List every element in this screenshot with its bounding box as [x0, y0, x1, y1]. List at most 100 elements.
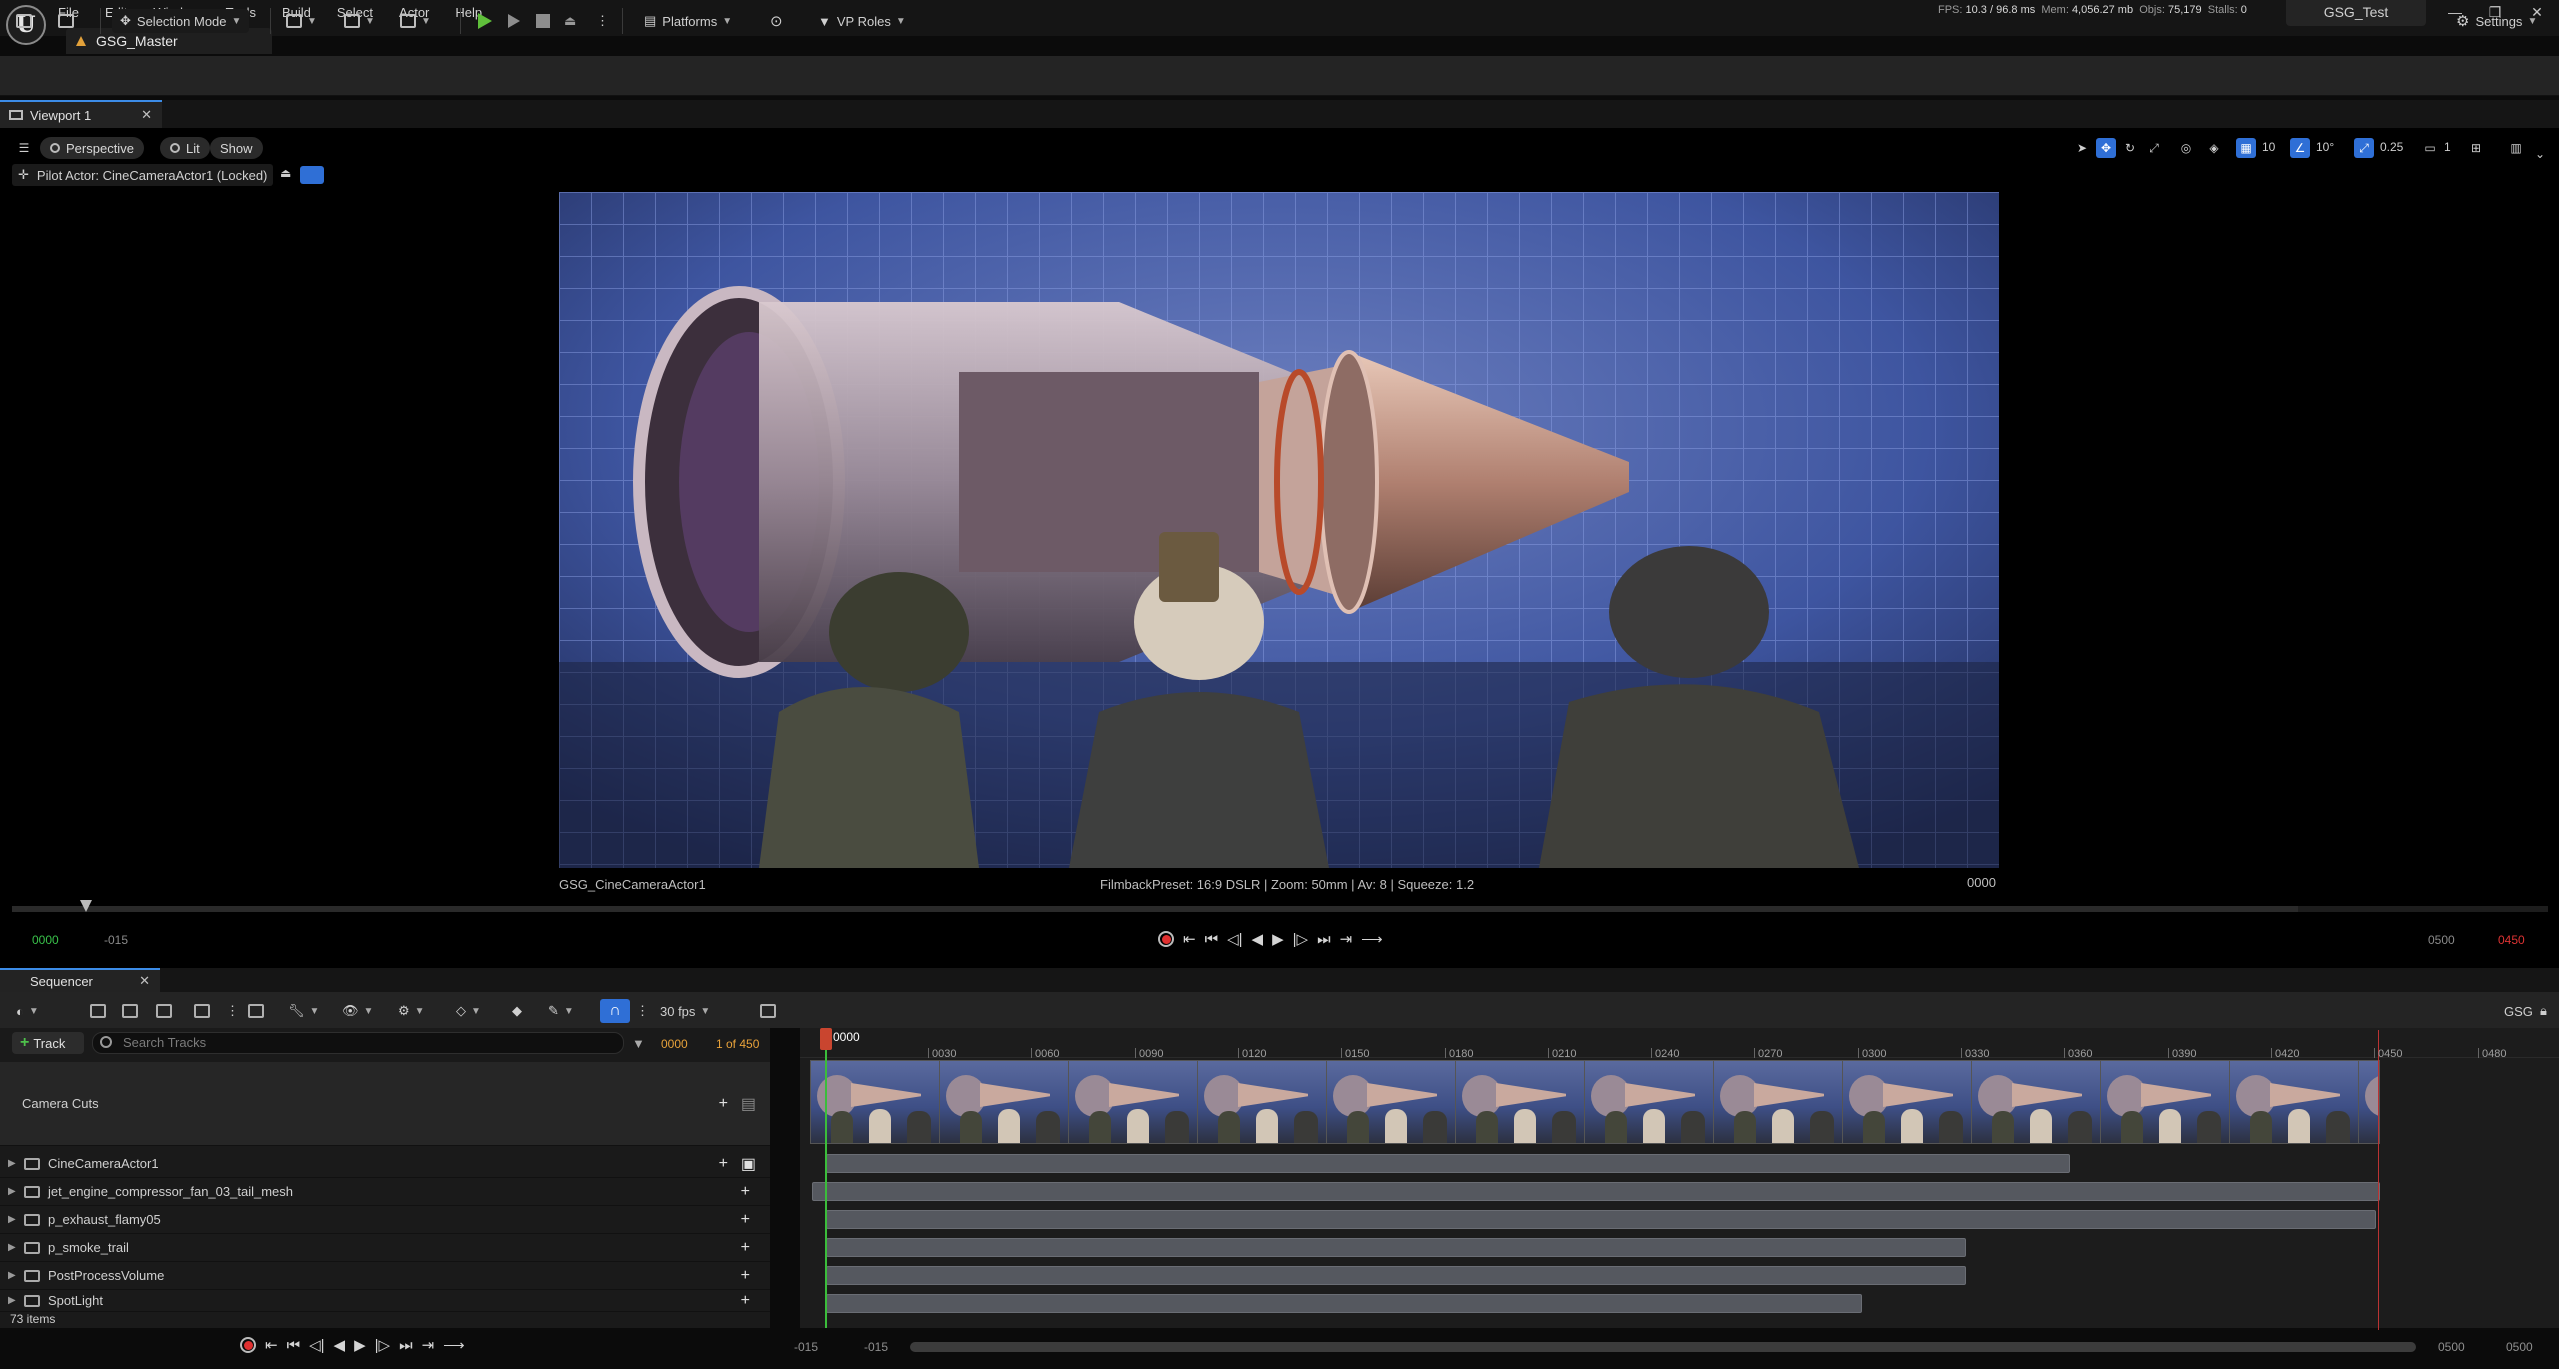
add-actor-icon[interactable]: ▼: [286, 9, 317, 33]
play-icon[interactable]: ▶: [1272, 930, 1284, 948]
play-options-icon[interactable]: ⋮: [596, 9, 609, 33]
track-postprocess[interactable]: ▶ PostProcessVolume +: [0, 1262, 770, 1290]
expand-icon[interactable]: ▶: [8, 1242, 22, 1253]
track-exhaust[interactable]: ▶ p_exhaust_flamy05 +: [0, 1206, 770, 1234]
viewport-menu-icon[interactable]: ☰: [14, 138, 34, 158]
scale-snap-icon[interactable]: ⤢: [2354, 138, 2374, 158]
source-control-icon[interactable]: ⊙: [770, 9, 783, 33]
expand-icon[interactable]: ▶: [8, 1295, 22, 1306]
clapper-icon[interactable]: [194, 1001, 210, 1021]
record-button[interactable]: [1158, 931, 1174, 947]
smoke-section[interactable]: [826, 1238, 1966, 1257]
lock-icon[interactable]: 🔒︎: [2540, 1001, 2547, 1021]
close-tab-icon[interactable]: ✕: [141, 107, 152, 123]
jet-engine-section[interactable]: [812, 1182, 2380, 1201]
play-icon[interactable]: ▶: [354, 1336, 366, 1354]
playhead[interactable]: [820, 1028, 832, 1050]
advance-frame-button[interactable]: [508, 9, 520, 33]
perspective-button[interactable]: Perspective: [40, 137, 144, 159]
blueprint-icon[interactable]: ▼: [344, 9, 375, 33]
expand-icon[interactable]: ▶: [8, 1186, 22, 1197]
prev-key-icon[interactable]: ⏮: [1205, 931, 1219, 948]
cinematics-icon[interactable]: ▼: [400, 9, 431, 33]
select-tool-icon[interactable]: ➤: [2072, 138, 2092, 158]
save-as-icon[interactable]: [122, 1001, 138, 1021]
track-spotlight[interactable]: ▶ SpotLight +: [0, 1290, 770, 1312]
prev-key-icon[interactable]: ⏮: [287, 1337, 301, 1354]
add-icon[interactable]: +: [719, 1155, 728, 1173]
rotation-snap-value[interactable]: 10°: [2316, 140, 2334, 154]
camera-speed-value[interactable]: 1: [2444, 140, 2451, 154]
stop-button[interactable]: [536, 9, 550, 33]
eject-button[interactable]: ⏏: [564, 9, 576, 33]
postprocess-section[interactable]: [826, 1266, 1966, 1285]
jump-end-icon[interactable]: ⇥: [422, 1336, 435, 1354]
key-interp-icon[interactable]: ◇ ▼: [456, 1001, 481, 1021]
expand-icon[interactable]: ▶: [8, 1270, 22, 1281]
reverse-icon[interactable]: ◀: [1252, 930, 1264, 948]
grid-snap-icon[interactable]: ▦: [2236, 138, 2256, 158]
viewport-options-chevron-icon[interactable]: ⌄: [2530, 144, 2550, 164]
scale-snap-value[interactable]: 0.25: [2380, 140, 2403, 154]
key-options-icon[interactable]: [248, 1001, 264, 1021]
snap-magnet-icon[interactable]: ∩: [600, 999, 630, 1023]
camera-track-icon[interactable]: ▣: [741, 1154, 756, 1174]
lock-icon[interactable]: ▤: [741, 1094, 756, 1114]
next-key-icon[interactable]: ⏭: [399, 1337, 413, 1354]
prev-frame-icon[interactable]: ◁|: [1227, 930, 1242, 948]
current-frame-field[interactable]: 0000: [661, 1037, 688, 1051]
filter-icon[interactable]: ▼: [632, 1036, 645, 1051]
world-icon[interactable]: ◐ ▼: [16, 1001, 39, 1021]
add-icon[interactable]: +: [741, 1267, 750, 1285]
reverse-icon[interactable]: ◀: [334, 1336, 346, 1354]
track-jet-engine[interactable]: ▶ jet_engine_compressor_fan_03_tail_mesh…: [0, 1178, 770, 1206]
expand-icon[interactable]: ▶: [8, 1214, 22, 1225]
play-button[interactable]: [478, 9, 492, 33]
loop-icon[interactable]: ⟶: [1361, 930, 1383, 948]
cinecamera-section[interactable]: [826, 1154, 2070, 1173]
lit-button[interactable]: Lit: [160, 137, 210, 159]
tab-viewport-1[interactable]: Viewport 1 ✕: [0, 100, 162, 128]
search-tracks-input[interactable]: Search Tracks: [92, 1032, 624, 1054]
track-cinecamera[interactable]: ▶ CineCameraActor1 + ▣: [0, 1150, 770, 1178]
rotation-snap-icon[interactable]: ∠: [2290, 138, 2310, 158]
grid-snap-value[interactable]: 10: [2262, 140, 2275, 154]
curve-editor-icon[interactable]: [760, 1001, 776, 1021]
timeline-scrollbar[interactable]: [910, 1342, 2416, 1352]
settings-button[interactable]: ⚙ Settings ▼: [2456, 9, 2537, 33]
view-options-icon[interactable]: 👁︎ ▼: [342, 1001, 373, 1021]
edit-mode-icon[interactable]: ✎ ▼: [548, 1001, 574, 1021]
jump-start-icon[interactable]: ⇤: [265, 1336, 278, 1354]
snap-options-icon[interactable]: ⋮: [636, 1001, 649, 1021]
loop-icon[interactable]: ⟶: [443, 1336, 465, 1354]
save-sequence-icon[interactable]: [90, 1001, 106, 1021]
world-space-icon[interactable]: ◎: [2176, 138, 2196, 158]
camera-icon[interactable]: [300, 166, 324, 184]
track-smoke[interactable]: ▶ p_smoke_trail +: [0, 1234, 770, 1262]
camera-speed-icon[interactable]: ▭: [2420, 138, 2440, 158]
exhaust-section[interactable]: [826, 1210, 2376, 1229]
rotate-tool-icon[interactable]: ↻: [2120, 138, 2140, 158]
eject-pilot-icon[interactable]: ⏏: [280, 166, 296, 184]
render-movie-icon[interactable]: [156, 1001, 172, 1021]
auto-key-icon[interactable]: ◆: [512, 1001, 522, 1021]
spotlight-section[interactable]: [826, 1294, 1862, 1313]
add-icon[interactable]: +: [741, 1239, 750, 1257]
tools-icon[interactable]: 🔧︎ ▼: [288, 1001, 319, 1021]
track-camera-cuts[interactable]: Camera Cuts + ▤: [0, 1062, 770, 1146]
add-track-button[interactable]: + Track: [12, 1032, 84, 1054]
more-options-icon[interactable]: ⋮: [226, 1001, 239, 1021]
close-tab-icon[interactable]: ✕: [139, 973, 150, 989]
add-icon[interactable]: +: [719, 1095, 728, 1113]
expand-icon[interactable]: ▶: [8, 1158, 22, 1169]
next-frame-icon[interactable]: |▷: [375, 1336, 390, 1354]
add-icon[interactable]: +: [741, 1211, 750, 1229]
platforms-button[interactable]: ▤ Platforms ▼: [644, 9, 732, 33]
show-button[interactable]: Show: [210, 137, 263, 159]
add-icon[interactable]: +: [741, 1292, 750, 1310]
jump-end-icon[interactable]: ⇥: [1340, 930, 1353, 948]
add-icon[interactable]: +: [741, 1183, 750, 1201]
content-browser-icon[interactable]: [58, 9, 74, 33]
record-button[interactable]: [240, 1337, 256, 1353]
scale-tool-icon[interactable]: ⤢: [2144, 138, 2164, 158]
